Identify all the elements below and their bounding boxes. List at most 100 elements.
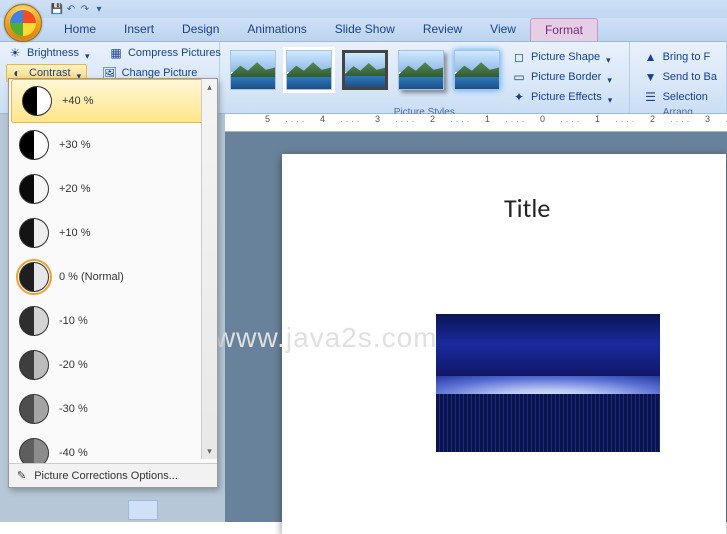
ruler-minor: · · · ·	[505, 116, 525, 126]
tab-home[interactable]: Home	[50, 18, 110, 41]
contrast-swatch-icon	[19, 350, 49, 380]
compress-button[interactable]: ▦ Compress Pictures	[107, 44, 222, 62]
contrast-item-label: -10 %	[59, 315, 88, 327]
scroll-up-icon[interactable]: ▴	[202, 79, 217, 95]
slide-thumbnail-panel[interactable]	[128, 500, 158, 520]
group-picture-styles: ◻ Picture Shape ▭ Picture Border ✦ Pictu…	[220, 42, 630, 113]
chevron-down-icon	[608, 94, 615, 101]
ruler-minor: · · · ·	[670, 116, 690, 126]
tab-format[interactable]: Format	[530, 18, 598, 41]
contrast-item-label: +20 %	[59, 183, 91, 195]
scrollbar[interactable]: ▴ ▾	[201, 79, 217, 459]
picture-border-button[interactable]: ▭ Picture Border	[510, 68, 616, 86]
brightness-button[interactable]: ☀ Brightness	[6, 44, 93, 62]
ruler-minor: · · · ·	[340, 116, 360, 126]
style-thumb-3[interactable]	[342, 50, 388, 90]
contrast-item-label: +10 %	[59, 227, 91, 239]
slide-title[interactable]: Title	[504, 192, 550, 224]
contrast-options-label: Picture Corrections Options...	[34, 470, 178, 482]
contrast-item[interactable]: +40 %	[11, 79, 215, 123]
ruler-minor: · · · ·	[285, 116, 305, 126]
brightness-icon: ☀	[7, 45, 23, 61]
scroll-down-icon[interactable]: ▾	[202, 443, 217, 459]
contrast-item[interactable]: 0 % (Normal)	[9, 255, 217, 299]
contrast-swatch-icon	[19, 218, 49, 248]
contrast-swatch-icon	[19, 306, 49, 336]
contrast-item-label: 0 % (Normal)	[59, 271, 124, 283]
options-icon: ✎	[17, 469, 26, 482]
ruler-tick: 3	[705, 114, 710, 124]
quick-access-toolbar: 💾 ↶ ↷ ▾	[0, 0, 727, 18]
ruler-tick: 3	[375, 114, 380, 124]
ruler-tick: 5	[265, 114, 270, 124]
contrast-swatch-icon	[19, 394, 49, 424]
slide-picture[interactable]	[436, 314, 660, 452]
tab-design[interactable]: Design	[168, 18, 233, 41]
ruler-minor: · · · ·	[560, 116, 580, 126]
qat-more-icon[interactable]: ▾	[92, 2, 106, 16]
back-icon: ▼	[643, 69, 659, 85]
chevron-down-icon	[77, 70, 84, 77]
contrast-item[interactable]: -30 %	[9, 387, 217, 431]
ribbon-tabs: Home Insert Design Animations Slide Show…	[0, 18, 727, 42]
send-to-back-button[interactable]: ▼ Send to Ba	[642, 68, 718, 86]
bring-to-front-button[interactable]: ▲ Bring to F	[642, 48, 718, 66]
ruler-minor: · · · ·	[615, 116, 635, 126]
contrast-swatch-icon	[19, 438, 49, 463]
contrast-item-label: -20 %	[59, 359, 88, 371]
picture-shape-label: Picture Shape	[531, 51, 600, 63]
contrast-options-button[interactable]: ✎ Picture Corrections Options...	[9, 463, 217, 487]
contrast-item-label: -40 %	[59, 447, 88, 459]
contrast-item[interactable]: -10 %	[9, 299, 217, 343]
tab-insert[interactable]: Insert	[110, 18, 168, 41]
contrast-item-label: -30 %	[59, 403, 88, 415]
ruler-tick: 0	[540, 114, 545, 124]
selection-icon: ☰	[643, 89, 659, 105]
picture-effects-button[interactable]: ✦ Picture Effects	[510, 88, 616, 106]
contrast-list: +40 % +30 % +20 % +10 % 0 % (Normal) -10 % -20…	[9, 79, 217, 463]
style-thumb-2[interactable]	[286, 50, 332, 90]
tab-view[interactable]: View	[476, 18, 530, 41]
ruler-tick: 1	[485, 114, 490, 124]
tab-animations[interactable]: Animations	[233, 18, 320, 41]
shape-icon: ◻	[511, 49, 527, 65]
contrast-item[interactable]: -40 %	[9, 431, 217, 463]
save-icon[interactable]: 💾	[50, 2, 64, 16]
picture-border-label: Picture Border	[531, 71, 601, 83]
redo-icon[interactable]: ↷	[78, 2, 92, 16]
slide[interactable]: Title	[282, 154, 726, 534]
contrast-item-label: +30 %	[59, 139, 91, 151]
ruler-tick: 2	[650, 114, 655, 124]
picture-effects-label: Picture Effects	[531, 91, 602, 103]
contrast-item-label: +40 %	[62, 95, 94, 107]
selection-pane-button[interactable]: ☰ Selection	[642, 88, 718, 106]
style-thumb-4[interactable]	[398, 50, 444, 90]
group-arrange: ▲ Bring to F ▼ Send to Ba ☰ Selection Ar…	[630, 42, 727, 113]
picture-shape-button[interactable]: ◻ Picture Shape	[510, 48, 616, 66]
bring-to-front-label: Bring to F	[663, 51, 711, 63]
contrast-item[interactable]: +30 %	[9, 123, 217, 167]
contrast-item[interactable]: -20 %	[9, 343, 217, 387]
ruler-tick: 1	[595, 114, 600, 124]
ruler-tick: 4	[320, 114, 325, 124]
selection-pane-label: Selection	[663, 91, 708, 103]
contrast-swatch-icon	[19, 130, 49, 160]
contrast-item[interactable]: +20 %	[9, 167, 217, 211]
style-thumb-1[interactable]	[230, 50, 276, 90]
front-icon: ▲	[643, 49, 659, 65]
contrast-swatch-icon	[19, 174, 49, 204]
style-thumb-5[interactable]	[454, 50, 500, 90]
contrast-dropdown: +40 % +30 % +20 % +10 % 0 % (Normal) -10 % -20…	[8, 78, 218, 488]
tab-review[interactable]: Review	[409, 18, 476, 41]
chevron-down-icon	[85, 50, 92, 57]
tab-slideshow[interactable]: Slide Show	[321, 18, 409, 41]
effects-icon: ✦	[511, 89, 527, 105]
horizontal-ruler: 5 · · · · 4 · · · · 3 · · · · 2 · · · · 1 · · · ·…	[225, 114, 727, 132]
office-button[interactable]	[4, 4, 42, 42]
chevron-down-icon	[606, 54, 613, 61]
undo-icon[interactable]: ↶	[64, 2, 78, 16]
compress-icon: ▦	[108, 45, 124, 61]
style-gallery[interactable]	[226, 44, 504, 106]
contrast-item[interactable]: +10 %	[9, 211, 217, 255]
compress-label: Compress Pictures	[128, 47, 221, 59]
